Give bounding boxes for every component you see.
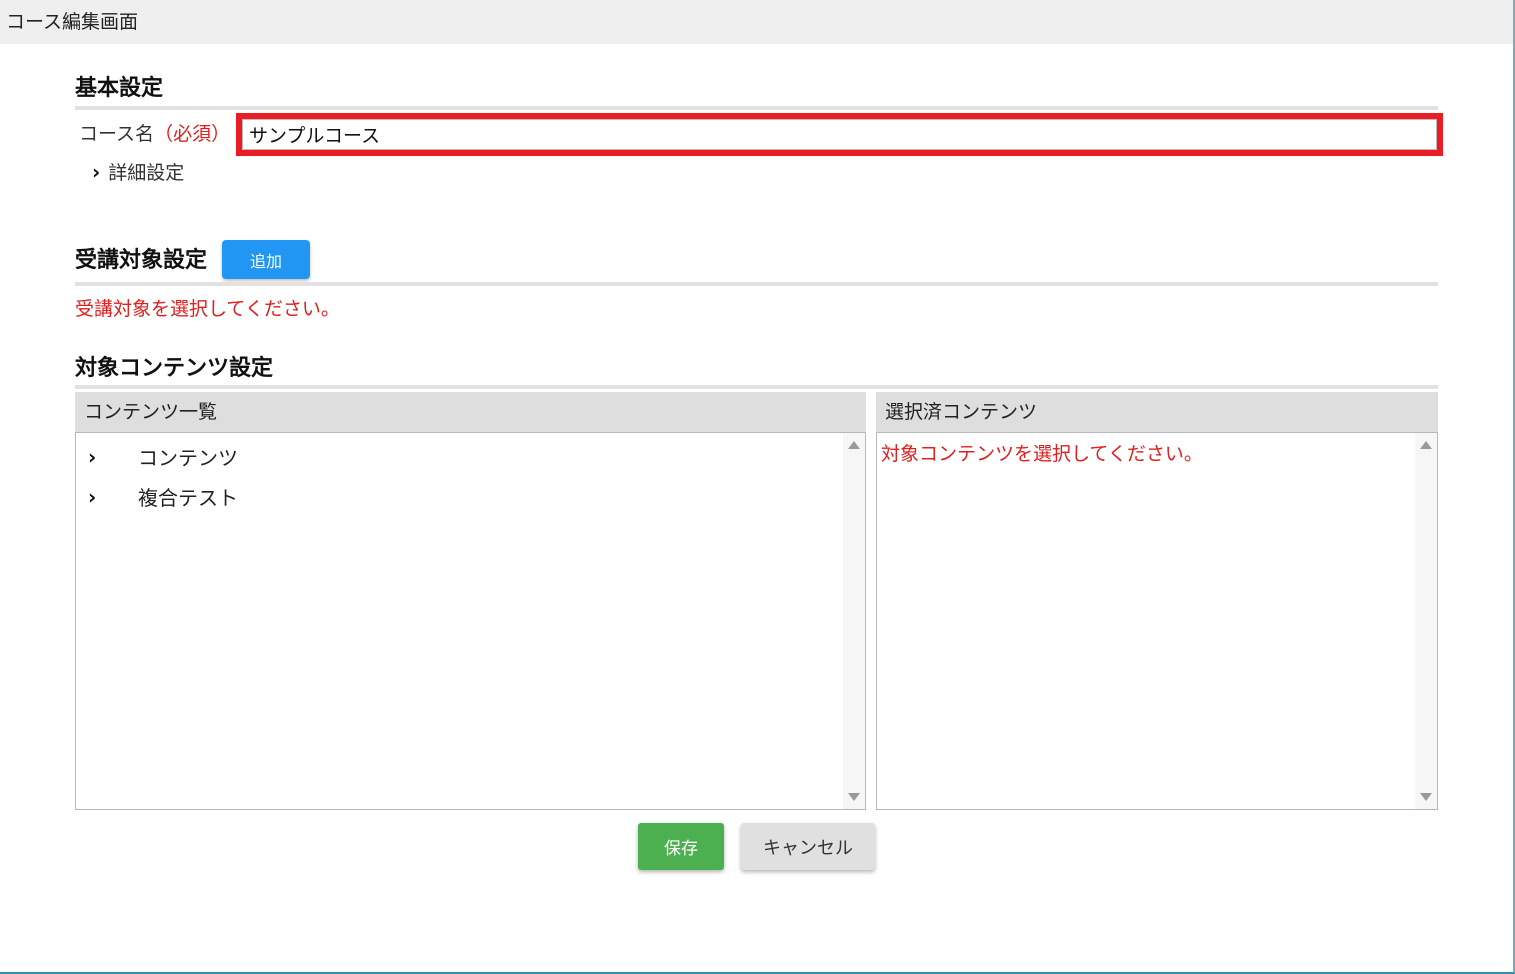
scroll-down-arrow-icon[interactable] [1420, 793, 1432, 801]
selected-contents-error-message: 対象コンテンツを選択してください。 [881, 443, 1203, 465]
cancel-button[interactable]: キャンセル [741, 823, 875, 870]
audience-settings-heading: 受講対象設定 [75, 248, 208, 273]
scroll-down-arrow-icon[interactable] [848, 793, 860, 801]
content-list-panel[interactable]: › コンテンツ › 複合テスト [75, 432, 866, 810]
audience-error-message: 受講対象を選択してください。 [75, 298, 340, 320]
contents-settings-heading: 対象コンテンツ設定 [75, 356, 274, 381]
tree-item-composite-test[interactable]: › 複合テスト [88, 482, 238, 511]
chevron-right-icon[interactable]: › [88, 445, 138, 469]
chevron-right-icon: › [92, 159, 101, 184]
audience-settings-divider [75, 282, 1438, 286]
scroll-up-arrow-icon[interactable] [848, 441, 860, 449]
basic-settings-divider [75, 106, 1438, 110]
detail-settings-toggle[interactable]: › 詳細設定 [92, 158, 184, 185]
selected-contents-panel[interactable]: 対象コンテンツを選択してください。 [876, 432, 1438, 810]
content-list-header: コンテンツ一覧 [75, 392, 866, 432]
window-title: コース編集画面 [0, 0, 1513, 44]
course-name-label-text: コース名 [79, 123, 155, 145]
selected-contents-header: 選択済コンテンツ [876, 392, 1438, 432]
chevron-right-icon[interactable]: › [88, 485, 138, 509]
scroll-up-arrow-icon[interactable] [1420, 441, 1432, 449]
required-marker: （必須） [154, 123, 231, 145]
course-name-highlight [236, 113, 1443, 156]
basic-settings-heading: 基本設定 [75, 76, 164, 101]
save-button[interactable]: 保存 [638, 823, 724, 870]
add-audience-button[interactable]: 追加 [222, 240, 310, 279]
contents-settings-divider [75, 385, 1438, 389]
content-list-scrollbar[interactable] [843, 433, 865, 809]
tree-item-label: コンテンツ [138, 446, 238, 470]
course-name-input[interactable] [242, 119, 1437, 150]
tree-item-contents[interactable]: › コンテンツ [88, 442, 238, 471]
detail-settings-label: 詳細設定 [108, 162, 185, 184]
tree-item-label: 複合テスト [138, 486, 238, 510]
course-name-label: コース名（必須） [79, 119, 230, 146]
course-edit-page: コース編集画面 基本設定 コース名（必須） › 詳細設定 受講対象設定 追加 受… [0, 0, 1515, 974]
selected-contents-scrollbar[interactable] [1415, 433, 1437, 809]
